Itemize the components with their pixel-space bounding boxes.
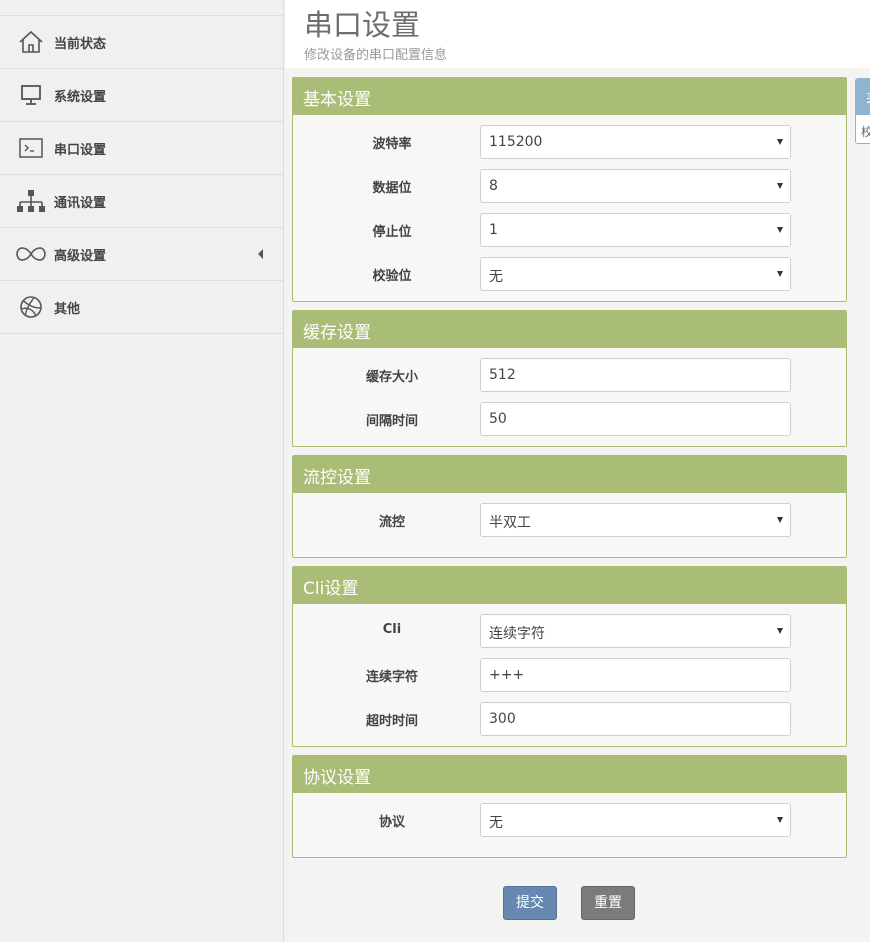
sidebar-top-divider <box>0 0 283 16</box>
flow-control-row: 流控 半双工 <box>293 503 846 537</box>
data-bits-select[interactable]: 8 <box>480 169 791 203</box>
parity-select[interactable]: 无 <box>480 257 791 291</box>
timeout-value: 300 <box>489 711 516 727</box>
parity-row: 校验位 无 <box>293 257 846 291</box>
home-icon <box>16 28 46 56</box>
buffer-size-input[interactable]: 512 <box>480 358 791 392</box>
cli-label: Cli <box>382 622 402 637</box>
timeout-row: 超时时间 300 <box>293 702 846 736</box>
sidebar-item-label: 串口设置 <box>54 142 107 158</box>
flow-control-panel: 流控设置 流控 半双工 <box>292 455 847 558</box>
flow-control-select[interactable]: 半双工 <box>480 503 791 537</box>
buffer-size-row: 缓存大小 512 <box>293 358 846 392</box>
timeout-label: 超时时间 <box>365 714 418 729</box>
cli-value: 连续字符 <box>489 626 545 642</box>
panel-heading: 基本设置 <box>293 78 846 115</box>
sidebar-item-label: 高级设置 <box>54 248 107 264</box>
panel-heading: 协议设置 <box>293 756 846 793</box>
flow-control-label: 流控 <box>378 515 405 530</box>
protocol-label: 协议 <box>378 815 405 830</box>
monitor-icon <box>16 81 46 109</box>
sidebar-item-label: 当前状态 <box>54 36 107 52</box>
stop-bits-label: 停止位 <box>372 225 412 240</box>
sidebar-item-label: 系统设置 <box>54 89 107 105</box>
stop-bits-row: 停止位 1 <box>293 213 846 247</box>
data-bits-label: 数据位 <box>372 181 412 196</box>
panel-heading: 缓存设置 <box>293 311 846 348</box>
basic-settings-panel: 基本设置 波特率 115200 数据位 8 停止位 1 校验位 无 <box>292 77 847 302</box>
interval-time-label: 间隔时间 <box>365 414 418 429</box>
timeout-input[interactable]: 300 <box>480 702 791 736</box>
sidebar-item-communication-settings[interactable]: 通讯设置 <box>0 175 283 228</box>
stop-bits-select[interactable]: 1 <box>480 213 791 247</box>
panel-heading: Cli设置 <box>293 567 846 604</box>
terminal-icon <box>16 134 46 162</box>
interval-time-value: 50 <box>489 411 507 427</box>
page-subtitle: 修改设备的串口配置信息 <box>304 48 448 63</box>
protocol-row: 协议 无 <box>293 803 846 837</box>
parity-value: 无 <box>489 269 503 285</box>
continuous-chars-value: +++ <box>489 667 525 683</box>
interval-time-input[interactable]: 50 <box>480 402 791 436</box>
cli-select[interactable]: 连续字符 <box>480 614 791 648</box>
sidebar-item-advanced-settings[interactable]: 高级设置 <box>0 228 283 281</box>
caret-left-icon[interactable] <box>258 249 263 259</box>
baud-rate-value: 115200 <box>489 134 543 150</box>
data-bits-row: 数据位 8 <box>293 169 846 203</box>
interval-time-row: 间隔时间 50 <box>293 402 846 436</box>
buffer-settings-panel: 缓存设置 缓存大小 512 间隔时间 50 <box>292 310 847 447</box>
protocol-select[interactable]: 无 <box>480 803 791 837</box>
reset-button[interactable]: 重置 <box>581 886 635 920</box>
sidebar-item-system-settings[interactable]: 系统设置 <box>0 69 283 122</box>
buffer-size-label: 缓存大小 <box>365 370 418 385</box>
sidebar-item-label: 其他 <box>54 301 81 317</box>
dropdown-caret-icon <box>777 227 783 233</box>
data-bits-value: 8 <box>489 178 498 194</box>
dropdown-caret-icon <box>777 517 783 523</box>
infinity-icon <box>16 240 46 268</box>
flow-control-value: 半双工 <box>489 515 531 531</box>
dropdown-caret-icon <box>777 139 783 145</box>
continuous-chars-row: 连续字符 +++ <box>293 658 846 692</box>
page-title: 串口设置 <box>304 8 421 42</box>
side-panel-heading: 表 <box>856 79 870 115</box>
side-info-panel: 表 校 <box>855 78 870 144</box>
sidebar-item-label: 通讯设置 <box>54 195 107 211</box>
baud-rate-label: 波特率 <box>372 137 412 152</box>
continuous-chars-label: 连续字符 <box>365 670 418 685</box>
dropdown-caret-icon <box>777 817 783 823</box>
network-icon <box>16 187 46 215</box>
dropdown-caret-icon <box>777 271 783 277</box>
baud-rate-select[interactable]: 115200 <box>480 125 791 159</box>
sidebar-item-other[interactable]: 其他 <box>0 281 283 334</box>
cli-row: Cli 连续字符 <box>293 614 846 648</box>
stop-bits-value: 1 <box>489 222 498 238</box>
cli-settings-panel: Cli设置 Cli 连续字符 连续字符 +++ 超时时间 300 <box>292 566 847 747</box>
dropdown-caret-icon <box>777 628 783 634</box>
baud-rate-row: 波特率 115200 <box>293 125 846 159</box>
dribbble-icon <box>16 293 46 321</box>
continuous-chars-input[interactable]: +++ <box>480 658 791 692</box>
panel-heading: 流控设置 <box>293 456 846 493</box>
buffer-size-value: 512 <box>489 367 516 383</box>
sidebar-item-current-status[interactable]: 当前状态 <box>0 16 283 69</box>
sidebar: 当前状态 系统设置 串口设置 通讯设置 高级设置 其他 <box>0 0 284 942</box>
page-header: 串口设置 修改设备的串口配置信息 <box>285 0 870 68</box>
parity-label: 校验位 <box>372 269 412 284</box>
protocol-settings-panel: 协议设置 协议 无 <box>292 755 847 858</box>
protocol-value: 无 <box>489 815 503 831</box>
sidebar-item-serial-settings[interactable]: 串口设置 <box>0 122 283 175</box>
submit-button[interactable]: 提交 <box>503 886 557 920</box>
dropdown-caret-icon <box>777 183 783 189</box>
side-panel-body: 校 <box>856 115 870 140</box>
